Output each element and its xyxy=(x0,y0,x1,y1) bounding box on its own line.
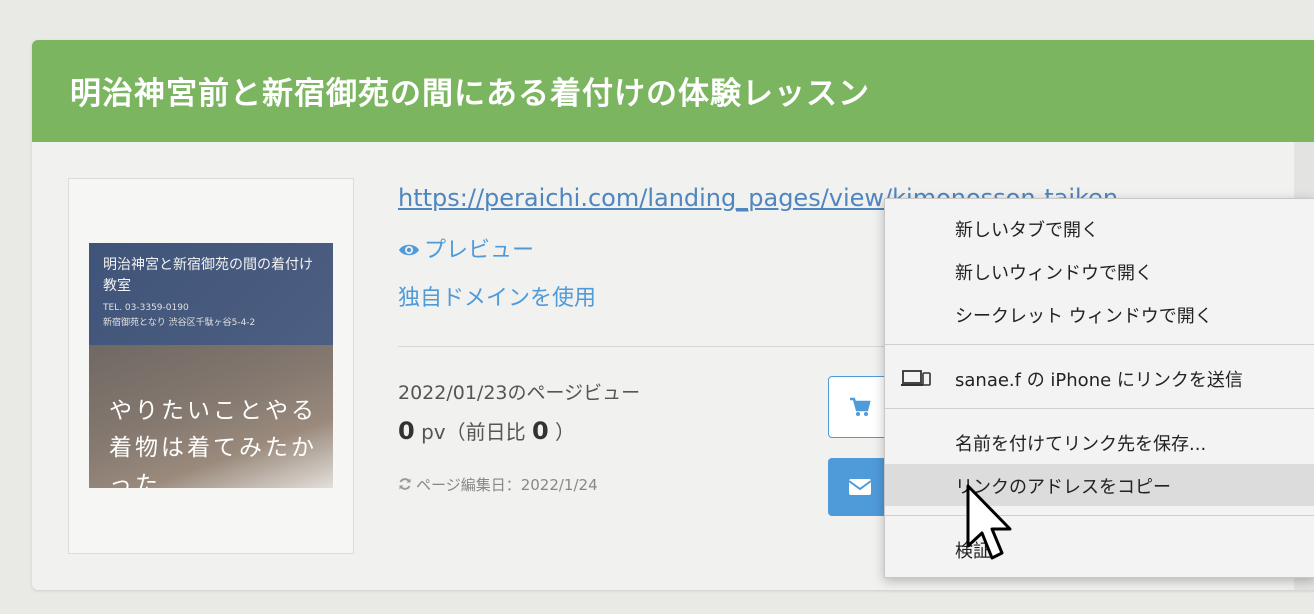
thumbnail-tel: TEL. 03-3359-0190 xyxy=(103,303,189,313)
mouse-cursor-icon xyxy=(966,484,1012,560)
menu-item-label: sanae.f の iPhone にリンクを送信 xyxy=(955,370,1243,391)
thumbnail-address: 新宿御苑となり 渋谷区千駄ヶ谷5-4-2 xyxy=(103,318,256,328)
device-icon xyxy=(901,370,931,386)
page-thumbnail-frame[interactable]: 明治神宮と新宿御苑の間の着付け教室 TEL. 03-3359-0190 新宿御苑… xyxy=(68,178,354,554)
edit-date: ページ編集日：2022/1/24 xyxy=(398,474,598,495)
menu-item-send-to-device[interactable]: sanae.f の iPhone にリンクを送信 xyxy=(885,357,1314,399)
pageview-value: 0 xyxy=(398,417,415,445)
pageview-unit: pv（前日比 xyxy=(421,420,526,444)
pageview-count: 0 pv（前日比 0 ） xyxy=(398,416,575,445)
card-header: 明治神宮前と新宿御苑の間にある着付けの体験レッスン xyxy=(32,40,1314,142)
menu-item-save-link-as[interactable]: 名前を付けてリンク先を保存... xyxy=(885,421,1314,463)
cart-icon xyxy=(850,397,871,416)
pageview-date-label: 2022/01/23のページビュー xyxy=(398,382,641,404)
edit-date-label: ページ編集日：2022/1/24 xyxy=(416,476,598,494)
cart-button[interactable] xyxy=(828,376,890,438)
preview-label: プレビュー xyxy=(424,238,535,263)
mail-button[interactable] xyxy=(828,458,890,516)
pageview-diff: 0 xyxy=(531,417,549,445)
refresh-icon xyxy=(398,477,412,495)
menu-item-label: 新しいウィンドウで開く xyxy=(955,263,1153,284)
pageview-close: ） xyxy=(555,420,576,444)
thumbnail-catchphrase: やりたいことやる着物は着てみたかった xyxy=(109,398,317,488)
page-title: 明治神宮前と新宿御苑の間にある着付けの体験レッスン xyxy=(70,76,870,112)
menu-separator xyxy=(885,408,1314,409)
thumbnail-title: 明治神宮と新宿御苑の間の着付け教室 xyxy=(103,257,313,294)
preview-link[interactable]: プレビュー xyxy=(398,232,534,264)
menu-item-label: シークレット ウィンドウで開く xyxy=(955,306,1213,327)
menu-item-label: 新しいタブで開く xyxy=(955,220,1099,241)
menu-item-open-new-window[interactable]: 新しいウィンドウで開く xyxy=(885,250,1314,292)
custom-domain-link[interactable]: 独自ドメインを使用 xyxy=(398,280,596,312)
menu-separator xyxy=(885,344,1314,345)
menu-item-open-new-tab[interactable]: 新しいタブで開く xyxy=(885,207,1314,249)
divider xyxy=(398,346,958,347)
menu-item-copy-link-address[interactable]: リンクのアドレスをコピー xyxy=(885,464,1314,506)
menu-item-inspect[interactable]: 検証 xyxy=(885,528,1314,570)
eye-icon xyxy=(398,239,420,264)
menu-item-open-incognito[interactable]: シークレット ウィンドウで開く xyxy=(885,293,1314,335)
menu-item-label: 名前を付けてリンク先を保存... xyxy=(955,434,1207,455)
mail-icon xyxy=(848,479,872,495)
menu-separator xyxy=(885,515,1314,516)
context-menu: 新しいタブで開く 新しいウィンドウで開く シークレット ウィンドウで開く san… xyxy=(884,198,1314,578)
page-thumbnail[interactable]: 明治神宮と新宿御苑の間の着付け教室 TEL. 03-3359-0190 新宿御苑… xyxy=(89,243,333,488)
